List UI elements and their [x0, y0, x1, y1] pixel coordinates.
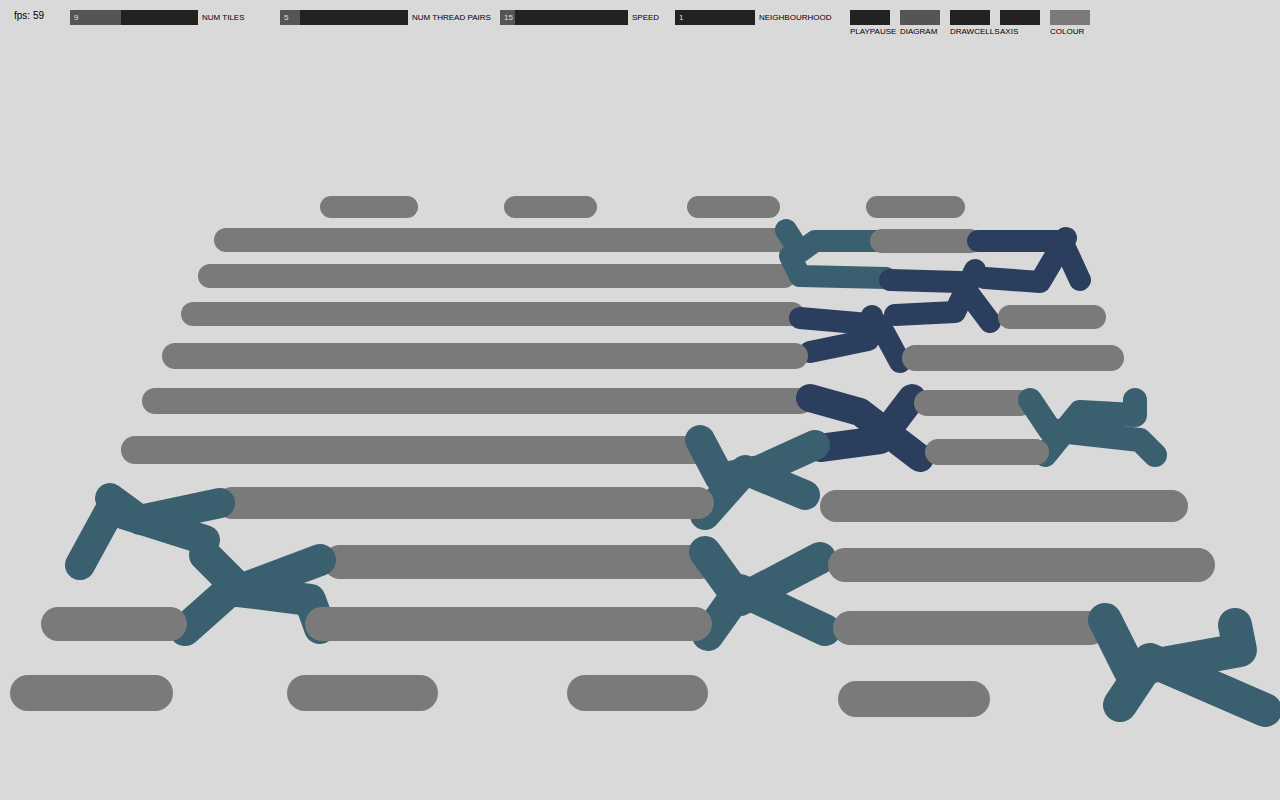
thread-segment	[850, 611, 1090, 645]
slider[interactable]: 5 NUM THREAD PAIRS	[280, 10, 500, 25]
thread-segment	[708, 590, 825, 635]
slider[interactable]: 15 SPEED	[500, 10, 675, 25]
slider-track[interactable]: 9	[70, 10, 198, 25]
toggle-label: PLAYPAUSE	[850, 27, 896, 37]
thread-segment	[340, 545, 700, 579]
thread-segment	[786, 230, 878, 252]
thread-segment	[927, 390, 1020, 416]
slider-value: 5	[284, 10, 288, 25]
thread-segment	[877, 196, 954, 218]
thread-segment	[80, 510, 205, 565]
thread-segment	[705, 470, 805, 515]
thread-segment	[1120, 660, 1265, 710]
toggle-label: DIAGRAM	[900, 27, 937, 37]
toggle-button[interactable]: DRAWCELLS	[950, 10, 1000, 37]
thread-segment	[193, 302, 792, 326]
thread-segment	[985, 238, 1066, 282]
slider[interactable]: 9 NUM TILES	[70, 10, 280, 25]
thread-segment	[938, 439, 1036, 465]
thread-segment	[790, 256, 886, 278]
toggle-button[interactable]: PLAYPAUSE	[850, 10, 900, 37]
toggle-label: COLOUR	[1050, 27, 1084, 37]
thread-segment	[515, 196, 586, 218]
thread-segment	[226, 228, 778, 252]
thread-segment	[585, 675, 690, 711]
thread-segment	[895, 270, 975, 315]
thread-segment	[28, 675, 155, 711]
slider-label: NEIGHBOURHOOD	[759, 10, 831, 25]
toggle-label: DRAWCELLS	[950, 27, 1000, 37]
thread-segment	[820, 398, 912, 448]
thread-segment	[1045, 400, 1135, 455]
toggle-button[interactable]: AXIS	[1000, 10, 1050, 37]
thread-segment	[305, 675, 420, 711]
slider-label: SPEED	[632, 10, 659, 25]
thread-segment	[331, 196, 407, 218]
toggle-box[interactable]	[900, 10, 940, 25]
thread-segment	[856, 681, 972, 717]
fps-counter: fps: 59	[14, 10, 70, 22]
thread-segment	[135, 436, 698, 464]
thread-diagram	[0, 0, 1280, 800]
thread-segment	[836, 490, 1172, 522]
slider-label: NUM THREAD PAIRS	[412, 10, 491, 25]
slider-track[interactable]: 15	[500, 10, 628, 25]
thread-segment	[58, 607, 170, 641]
slider-value: 9	[74, 10, 78, 25]
toggle-box[interactable]	[850, 10, 890, 25]
thread-segment	[698, 196, 769, 218]
toggle-box[interactable]	[1000, 10, 1040, 25]
toolbar: fps: 59 9 NUM TILES 5 NUM THREAD PAIRS 15 SPE…	[0, 0, 1280, 37]
slider[interactable]: 1 NEIGHBOURHOOD	[675, 10, 850, 25]
toggle-button[interactable]: COLOUR	[1050, 10, 1100, 37]
slider-value: 1	[679, 10, 683, 25]
toggle-button[interactable]: DIAGRAM	[900, 10, 950, 37]
thread-segment	[322, 607, 695, 641]
thread-segment	[1030, 400, 1155, 455]
slider-track[interactable]: 5	[280, 10, 408, 25]
slider-fill	[280, 10, 300, 25]
thread-segment	[845, 548, 1198, 582]
slider-track[interactable]: 1	[675, 10, 755, 25]
thread-segment	[155, 388, 800, 414]
toggle-box[interactable]	[950, 10, 990, 25]
thread-segment	[232, 487, 698, 519]
thread-segment	[1010, 305, 1094, 329]
thread-segment	[175, 343, 795, 369]
toggle-box[interactable]	[1050, 10, 1090, 25]
slider-value: 15	[504, 10, 513, 25]
thread-segment	[882, 229, 970, 253]
thread-segment	[915, 345, 1111, 371]
slider-label: NUM TILES	[202, 10, 245, 25]
toggle-label: AXIS	[1000, 27, 1018, 37]
thread-segment	[210, 264, 784, 288]
thread-segment	[185, 590, 320, 630]
thread-segment	[810, 316, 872, 352]
